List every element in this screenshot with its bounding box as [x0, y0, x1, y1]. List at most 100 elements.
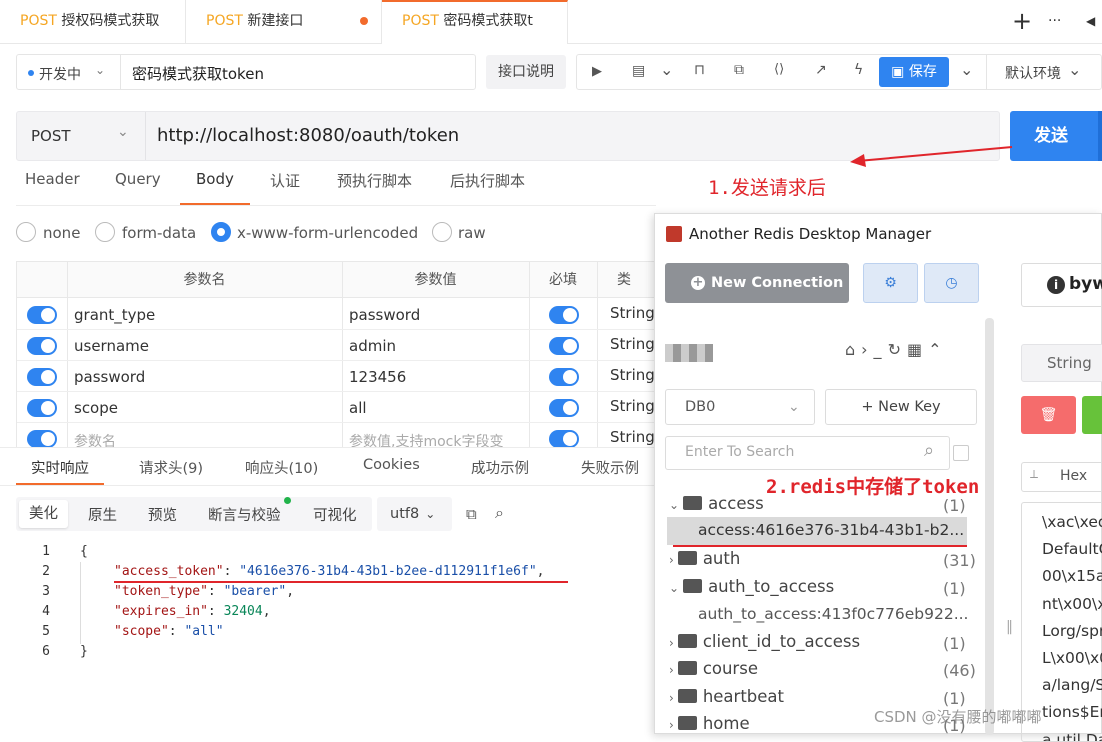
view-visual[interactable]: 可视化 [313, 504, 357, 525]
api-name-input[interactable]: 密码模式获取token [132, 63, 264, 84]
param-type[interactable]: String [610, 428, 655, 446]
row-enable-toggle[interactable] [27, 399, 57, 417]
key-search-input[interactable]: Enter To Search ⌕ [665, 436, 950, 470]
encoding-select[interactable]: utf8 ⌄ [377, 497, 452, 531]
view-preview[interactable]: 预览 [148, 504, 177, 525]
resp-tab-resp-headers[interactable]: 响应头(10) [245, 457, 318, 478]
resp-tab-cookies[interactable]: Cookies [363, 457, 420, 473]
param-value[interactable]: 123456 [349, 368, 406, 386]
tab-auth[interactable]: 认证 [270, 170, 300, 191]
required-toggle[interactable] [549, 368, 579, 386]
row-enable-toggle[interactable] [27, 337, 57, 355]
param-value[interactable]: password [349, 306, 420, 324]
url-input[interactable]: http://localhost:8080/oauth/token [157, 125, 459, 146]
param-type[interactable]: String [610, 366, 655, 384]
grid-icon[interactable]: ▦ [907, 340, 928, 359]
method-select[interactable]: POST [31, 127, 71, 145]
view-pretty[interactable]: 美化 [19, 500, 68, 528]
tree-folder[interactable]: › course [669, 659, 758, 678]
required-toggle[interactable] [549, 337, 579, 355]
flash-icon[interactable]: ϟ [854, 62, 863, 78]
required-toggle[interactable] [549, 430, 579, 448]
tree-folder[interactable]: › auth [669, 549, 740, 568]
resp-tab-success[interactable]: 成功示例 [471, 457, 529, 478]
tab-pre-script[interactable]: 预执行脚本 [337, 170, 412, 191]
required-toggle[interactable] [549, 399, 579, 417]
tab-authcode[interactable]: POST 授权码模式获取 [0, 0, 186, 44]
param-name[interactable]: password [74, 368, 145, 386]
collapse-icon[interactable]: ◀ [1086, 0, 1095, 44]
tree-folder[interactable]: › home [669, 714, 750, 733]
view-assert[interactable]: 断言与校验 [208, 504, 281, 525]
refresh-icon[interactable]: ↻ [888, 340, 907, 359]
param-name[interactable]: username [74, 337, 149, 355]
chevron-down-icon[interactable]: ⌄ [95, 63, 105, 77]
param-type[interactable]: String [610, 304, 655, 322]
required-toggle[interactable] [549, 306, 579, 324]
param-value[interactable]: all [349, 399, 367, 417]
radio-form-data[interactable] [95, 222, 115, 242]
search-icon[interactable]: ⌕ [924, 440, 934, 461]
row-enable-toggle[interactable] [27, 306, 57, 324]
tab-new-api[interactable]: POST 新建接口 [186, 0, 382, 44]
param-value-placeholder[interactable]: 参数值,支持mock字段变 [349, 431, 524, 448]
home-icon[interactable]: ⌂ [845, 340, 861, 359]
resp-tab-req-headers[interactable]: 请求头(9) [139, 457, 203, 478]
lock-icon[interactable]: ⊓ [694, 62, 705, 78]
tree-folder[interactable]: › heartbeat [669, 687, 784, 706]
exact-search-checkbox[interactable] [953, 445, 969, 461]
share-icon[interactable]: ↗ [815, 62, 827, 78]
tree-folder[interactable]: ⌄ auth_to_access [669, 577, 834, 596]
terminal-icon[interactable]: ›_ [861, 340, 887, 359]
dev-status-select[interactable]: 开发中 [39, 64, 81, 84]
param-name[interactable]: grant_type [74, 306, 155, 324]
tab-password-mode[interactable]: POST 密码模式获取t [382, 0, 568, 44]
new-key-button[interactable]: + New Key [825, 389, 977, 425]
delete-icon[interactable]: 🗑 [1021, 396, 1076, 434]
param-type[interactable]: String [610, 335, 655, 353]
tree-folder[interactable]: ⌄ access [669, 494, 764, 513]
chevron-up-icon[interactable]: ⌃ [928, 340, 947, 359]
format-select[interactable]: ⟂ Hex [1021, 462, 1102, 492]
chevron-down-icon[interactable]: ⌄ [660, 60, 673, 79]
scrollbar[interactable] [985, 318, 994, 735]
chevron-down-icon[interactable]: ⌄ [960, 60, 973, 79]
radio-urlencoded[interactable] [211, 222, 231, 242]
doc-icon[interactable]: ▤ [632, 63, 645, 79]
code-icon[interactable]: ⟨⟩ [774, 62, 784, 77]
db-select[interactable]: DB0 ⌄ [665, 389, 815, 425]
param-name-placeholder[interactable]: 参数名 [74, 431, 116, 448]
copy-icon[interactable]: ⧉ [734, 62, 744, 78]
new-connection-button[interactable]: + New Connection [665, 263, 849, 303]
tree-folder[interactable]: › client_id_to_access [669, 632, 860, 651]
connection-name-blurred[interactable] [665, 344, 713, 362]
row-enable-toggle[interactable] [27, 368, 57, 386]
tab-header[interactable]: Header [25, 170, 80, 188]
tab-post-script[interactable]: 后执行脚本 [450, 170, 525, 191]
key-name[interactable]: auth_to_access:413f0c776eb922... [698, 605, 969, 623]
chevron-down-icon[interactable]: ⌄ [1068, 60, 1081, 79]
send-button[interactable]: 发送 [1010, 111, 1102, 161]
settings-icon[interactable]: ⚙ [863, 263, 918, 303]
param-value[interactable]: admin [349, 337, 396, 355]
param-name[interactable]: scope [74, 399, 118, 417]
row-enable-toggle[interactable] [27, 430, 57, 448]
run-icon[interactable]: ▶ [592, 64, 602, 79]
chevron-down-icon[interactable]: ⌄ [117, 124, 129, 140]
tab-body[interactable]: Body [196, 170, 234, 188]
param-type[interactable]: String [610, 397, 655, 415]
save-button[interactable]: ▣ 保存 [879, 57, 949, 87]
history-icon[interactable]: ◷ [924, 263, 979, 303]
more-icon[interactable]: ··· [1048, 0, 1061, 44]
api-doc-button[interactable]: 接口说明 [486, 55, 566, 89]
env-select[interactable]: 默认环境 [1005, 63, 1061, 83]
resp-tab-live[interactable]: 实时响应 [31, 457, 89, 478]
radio-none[interactable] [16, 222, 36, 242]
ttl-button[interactable] [1082, 396, 1102, 434]
view-raw[interactable]: 原生 [88, 504, 117, 525]
radio-raw[interactable] [432, 222, 452, 242]
add-tab-icon[interactable]: + [1012, 0, 1032, 44]
copy-icon[interactable]: ⧉ [466, 505, 477, 523]
splitter-handle-icon[interactable]: ‖ [1006, 619, 1013, 635]
search-icon[interactable]: ⌕ [495, 503, 504, 523]
